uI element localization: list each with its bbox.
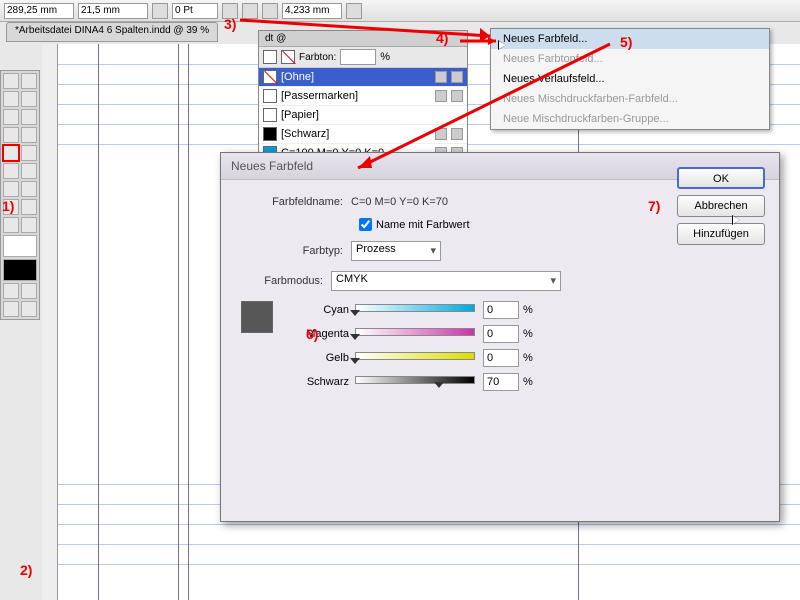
tool-panel xyxy=(0,70,40,320)
colortype-select[interactable]: Prozess xyxy=(351,241,441,261)
name-with-value-checkbox[interactable] xyxy=(359,218,372,231)
default-fill-stroke[interactable] xyxy=(3,259,37,281)
cyan-value[interactable] xyxy=(483,301,519,319)
annot-2: 2) xyxy=(20,562,32,578)
align-icon[interactable] xyxy=(346,3,362,19)
hand-tool[interactable] xyxy=(3,217,19,233)
y-field[interactable] xyxy=(78,3,148,19)
swatch-row[interactable]: [Ohne] xyxy=(259,68,467,87)
ellipse-tool[interactable] xyxy=(21,145,37,161)
swatch-row[interactable]: [Papier] xyxy=(259,106,467,125)
x-field[interactable] xyxy=(4,3,74,19)
cancel-button[interactable]: Abbrechen xyxy=(677,195,765,217)
direct-select-tool[interactable] xyxy=(21,73,37,89)
selection-tool[interactable] xyxy=(3,73,19,89)
gradient-swatch-tool[interactable] xyxy=(3,181,19,197)
name-with-value-label: Name mit Farbwert xyxy=(376,219,470,231)
document-tab[interactable]: *Arbeitsdatei DINA4 6 Spalten.indd @ 39 … xyxy=(6,22,218,42)
line-tool[interactable] xyxy=(21,109,37,125)
yellow-slider[interactable] xyxy=(355,352,475,364)
preview-mode-tool[interactable] xyxy=(21,301,37,317)
swatch-row[interactable]: [Passermarken] xyxy=(259,87,467,106)
colormode-label: Farbmodus: xyxy=(241,275,331,287)
swatch-row[interactable]: [Schwarz] xyxy=(259,125,467,144)
menu-new-mixed-ink-group[interactable]: Neue Mischdruckfarben-Gruppe... xyxy=(491,109,769,129)
textwrap-icon[interactable] xyxy=(262,3,278,19)
type-tool[interactable] xyxy=(3,109,19,125)
page-tool[interactable] xyxy=(3,91,19,107)
gradient-feather-tool[interactable] xyxy=(21,181,37,197)
zoom-tool[interactable] xyxy=(21,217,37,233)
swatches-tab[interactable]: dt @ xyxy=(259,31,467,47)
swatch-list: [Ohne] [Passermarken] [Papier] [Schwarz]… xyxy=(259,68,467,163)
lock-icon xyxy=(435,128,447,140)
name-value: C=0 M=0 Y=0 K=70 xyxy=(351,196,448,208)
stroke-swatch[interactable] xyxy=(152,3,168,19)
color-preview xyxy=(241,301,273,333)
pen-tool[interactable] xyxy=(3,127,19,143)
menu-new-tint-swatch[interactable]: Neues Farbtonfeld... xyxy=(491,49,769,69)
stroke-pt[interactable] xyxy=(172,3,218,19)
menu-new-gradient-swatch[interactable]: Neues Verlaufsfeld... xyxy=(491,69,769,89)
apply-color-tool[interactable] xyxy=(3,283,19,299)
panel-menu: Neues Farbfeld... Neues Farbtonfeld... N… xyxy=(490,28,770,130)
apply-text-tool[interactable] xyxy=(21,283,37,299)
fill-proxy[interactable] xyxy=(263,50,277,64)
transform-tool[interactable] xyxy=(21,163,37,179)
tint-label: Farbton: xyxy=(299,52,336,63)
colormode-select[interactable]: CMYK xyxy=(331,271,561,291)
registration-icon xyxy=(435,90,447,102)
magenta-slider[interactable] xyxy=(355,328,475,340)
eyedropper-tool[interactable] xyxy=(21,199,37,215)
menu-new-color-swatch[interactable]: Neues Farbfeld... xyxy=(491,29,769,49)
swatches-panel: dt @ Farbton: % [Ohne] [Passermarken] [P… xyxy=(258,30,468,164)
scissors-tool[interactable] xyxy=(3,163,19,179)
none-icon xyxy=(435,71,447,83)
ok-button[interactable]: OK xyxy=(677,167,765,189)
black-value[interactable] xyxy=(483,373,519,391)
tint-input[interactable] xyxy=(340,49,376,65)
add-button[interactable]: Hinzufügen xyxy=(677,223,765,245)
yellow-value[interactable] xyxy=(483,349,519,367)
colortype-label: Farbtyp: xyxy=(241,245,351,257)
para-icon[interactable] xyxy=(242,3,258,19)
ruler-vertical xyxy=(42,44,58,600)
black-slider[interactable] xyxy=(355,376,475,388)
note-tool[interactable] xyxy=(3,199,19,215)
pencil-tool[interactable] xyxy=(21,127,37,143)
top-control-bar xyxy=(0,0,800,22)
magenta-value[interactable] xyxy=(483,325,519,343)
fx-icon[interactable] xyxy=(222,3,238,19)
menu-new-mixed-ink-swatch[interactable]: Neues Mischdruckfarben-Farbfeld... xyxy=(491,89,769,109)
new-swatch-dialog: Neues Farbfeld Farbfeldname: C=0 M=0 Y=0… xyxy=(220,152,780,522)
name-label: Farbfeldname: xyxy=(241,196,351,208)
rectangle-frame-tool[interactable] xyxy=(3,145,19,161)
size-mm[interactable] xyxy=(282,3,342,19)
cyan-slider[interactable] xyxy=(355,304,475,316)
fill-stroke-proxy[interactable] xyxy=(3,235,37,257)
screen-mode-tool[interactable] xyxy=(3,301,19,317)
gap-tool[interactable] xyxy=(21,91,37,107)
